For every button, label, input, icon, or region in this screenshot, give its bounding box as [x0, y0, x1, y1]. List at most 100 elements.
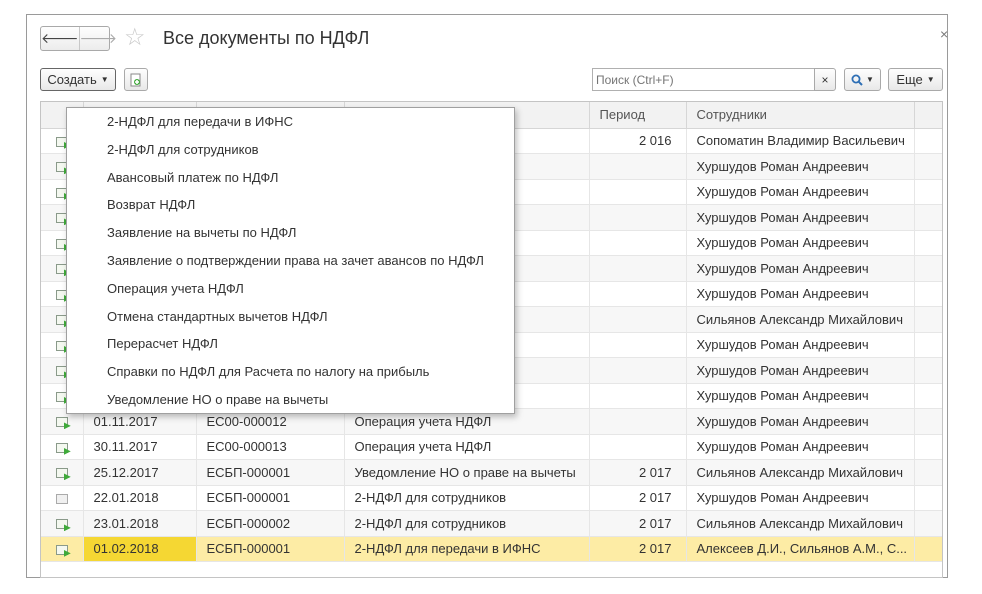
cell-employees: Хуршудов Роман Андреевич [686, 179, 915, 205]
cell-employees: Хуршудов Роман Андреевич [686, 204, 915, 231]
search-button[interactable]: ▼ [844, 68, 881, 91]
menu-item[interactable]: Операция учета НДФЛ [67, 275, 514, 303]
arrow-left-icon[interactable]: 🡐 [41, 27, 79, 50]
cell-period: 2 017 [589, 485, 687, 511]
cell-extra [914, 459, 942, 486]
cell-period [589, 153, 687, 180]
cell-employees: Хуршудов Роман Андреевич [686, 281, 915, 307]
cell-number: ЕСБП-000001 [196, 459, 345, 486]
cell-period: 2 016 [589, 128, 687, 154]
table-row[interactable]: 25.12.2017 ЕСБП-000001 Уведомление НО о пр… [41, 459, 942, 486]
document-posted-icon [55, 519, 68, 530]
column-header-extra [914, 102, 942, 129]
table-row[interactable]: 30.11.2017 ЕС00-000013 Операция учета НДФЛ… [41, 434, 942, 460]
table-row[interactable]: 23.01.2018 ЕСБП-000002 2-НДФЛ для сотрудни… [41, 510, 942, 537]
more-button[interactable]: Еще ▼ [888, 68, 943, 91]
cell-extra [914, 383, 942, 409]
cell-period [589, 357, 687, 384]
search-input[interactable] [592, 68, 816, 91]
cell-extra [914, 408, 942, 435]
table-row[interactable]: 22.01.2018 ЕСБП-000001 2-НДФЛ для сотрудни… [41, 485, 942, 511]
cell-period: 2 017 [589, 459, 687, 486]
cell-employees: Хуршудов Роман Андреевич [686, 383, 915, 409]
column-header-period[interactable]: Период [589, 102, 687, 129]
star-icon[interactable]: ☆ [124, 24, 146, 52]
cell-type: 2-НДФЛ для сотрудников [344, 485, 590, 511]
cell-type: 2-НДФЛ для сотрудников [344, 510, 590, 537]
navigation-buttons: 🡐 🡒 [40, 26, 117, 51]
cell-period [589, 408, 687, 435]
row-status-cell [41, 434, 84, 460]
chevron-down-icon: ▼ [100, 75, 109, 84]
cell-extra [914, 485, 942, 511]
cell-date: 25.12.2017 [83, 459, 197, 486]
document-posted-icon [55, 442, 68, 453]
cell-employees: Сопоматин Владимир Васильевич [686, 128, 915, 154]
menu-item[interactable]: Отмена стандартных вычетов НДФЛ [67, 303, 514, 331]
cell-employees: Хуршудов Роман Андреевич [686, 357, 915, 384]
cell-extra [914, 153, 942, 180]
cell-extra [914, 281, 942, 307]
cell-date: 30.11.2017 [83, 434, 197, 460]
cell-period [589, 434, 687, 460]
cell-employees: Алексеев Д.И., Сильянов А.М., С... [686, 536, 915, 562]
cell-date: 22.01.2018 [83, 485, 197, 511]
arrow-right-icon[interactable]: 🡒 [78, 27, 117, 50]
cell-extra [914, 357, 942, 384]
row-status-cell [41, 459, 84, 486]
more-button-label: Еще [896, 72, 923, 87]
cell-extra [914, 204, 942, 231]
table-row[interactable]: 01.02.2018 ЕСБП-000001 2-НДФЛ для передачи… [41, 536, 942, 562]
cell-period: 2 017 [589, 510, 687, 537]
create-button[interactable]: Создать ▼ [40, 68, 116, 91]
cell-extra [914, 255, 942, 282]
copy-icon [130, 73, 141, 86]
cell-period [589, 281, 687, 307]
cell-employees: Хуршудов Роман Андреевич [686, 485, 915, 511]
cell-period [589, 255, 687, 282]
cell-date: 01.02.2018 [83, 536, 197, 562]
cell-number: ЕСБП-000002 [196, 510, 345, 537]
menu-item[interactable]: Авансовый платеж по НДФЛ [67, 164, 514, 192]
cell-type: Операция учета НДФЛ [344, 434, 590, 460]
cell-period: 2 017 [589, 536, 687, 562]
document-posted-icon [55, 417, 68, 428]
cell-employees: Хуршудов Роман Андреевич [686, 153, 915, 180]
menu-item[interactable]: Заявление на вычеты по НДФЛ [67, 219, 514, 247]
close-icon[interactable]: × [940, 26, 948, 42]
document-posted-icon [55, 493, 68, 504]
menu-item[interactable]: Справки по НДФЛ для Расчета по налогу на… [67, 358, 514, 386]
cell-period [589, 383, 687, 409]
cell-extra [914, 332, 942, 358]
menu-item[interactable]: Заявление о подтверждении права на зачет… [67, 247, 514, 275]
menu-item[interactable]: 2-НДФЛ для сотрудников [67, 136, 514, 164]
cell-extra [914, 179, 942, 205]
clear-search-button[interactable]: × [814, 68, 836, 91]
cell-employees: Сильянов Александр Михайлович [686, 459, 915, 486]
column-header-employees[interactable]: Сотрудники [686, 102, 915, 129]
create-dropdown-menu: 2-НДФЛ для передачи в ИФНС 2-НДФЛ для сот… [66, 107, 515, 414]
cell-number: ЕСБП-000001 [196, 485, 345, 511]
cell-period [589, 230, 687, 256]
document-list-window: 🡐 🡒 ☆ Все документы по НДФЛ Создать ▼ × … [26, 14, 948, 578]
cell-type: Уведомление НО о праве на вычеты [344, 459, 590, 486]
cell-number: ЕС00-000013 [196, 434, 345, 460]
cell-employees: Хуршудов Роман Андреевич [686, 408, 915, 435]
cell-period [589, 179, 687, 205]
menu-item[interactable]: Перерасчет НДФЛ [67, 330, 514, 358]
menu-item[interactable]: 2-НДФЛ для передачи в ИФНС [67, 108, 514, 136]
cell-extra [914, 306, 942, 333]
cell-period [589, 204, 687, 231]
row-status-cell [41, 485, 84, 511]
chevron-down-icon: ▼ [926, 75, 935, 84]
create-button-label: Создать [47, 72, 97, 87]
menu-item[interactable]: Возврат НДФЛ [67, 191, 514, 219]
menu-item[interactable]: Уведомление НО о праве на вычеты [67, 386, 514, 414]
cell-number: ЕСБП-000001 [196, 536, 345, 562]
cell-employees: Сильянов Александр Михайлович [686, 306, 915, 333]
cell-employees: Хуршудов Роман Андреевич [686, 434, 915, 460]
row-status-cell [41, 510, 84, 537]
cell-extra [914, 434, 942, 460]
copy-document-button[interactable] [124, 68, 148, 91]
cell-employees: Хуршудов Роман Андреевич [686, 230, 915, 256]
